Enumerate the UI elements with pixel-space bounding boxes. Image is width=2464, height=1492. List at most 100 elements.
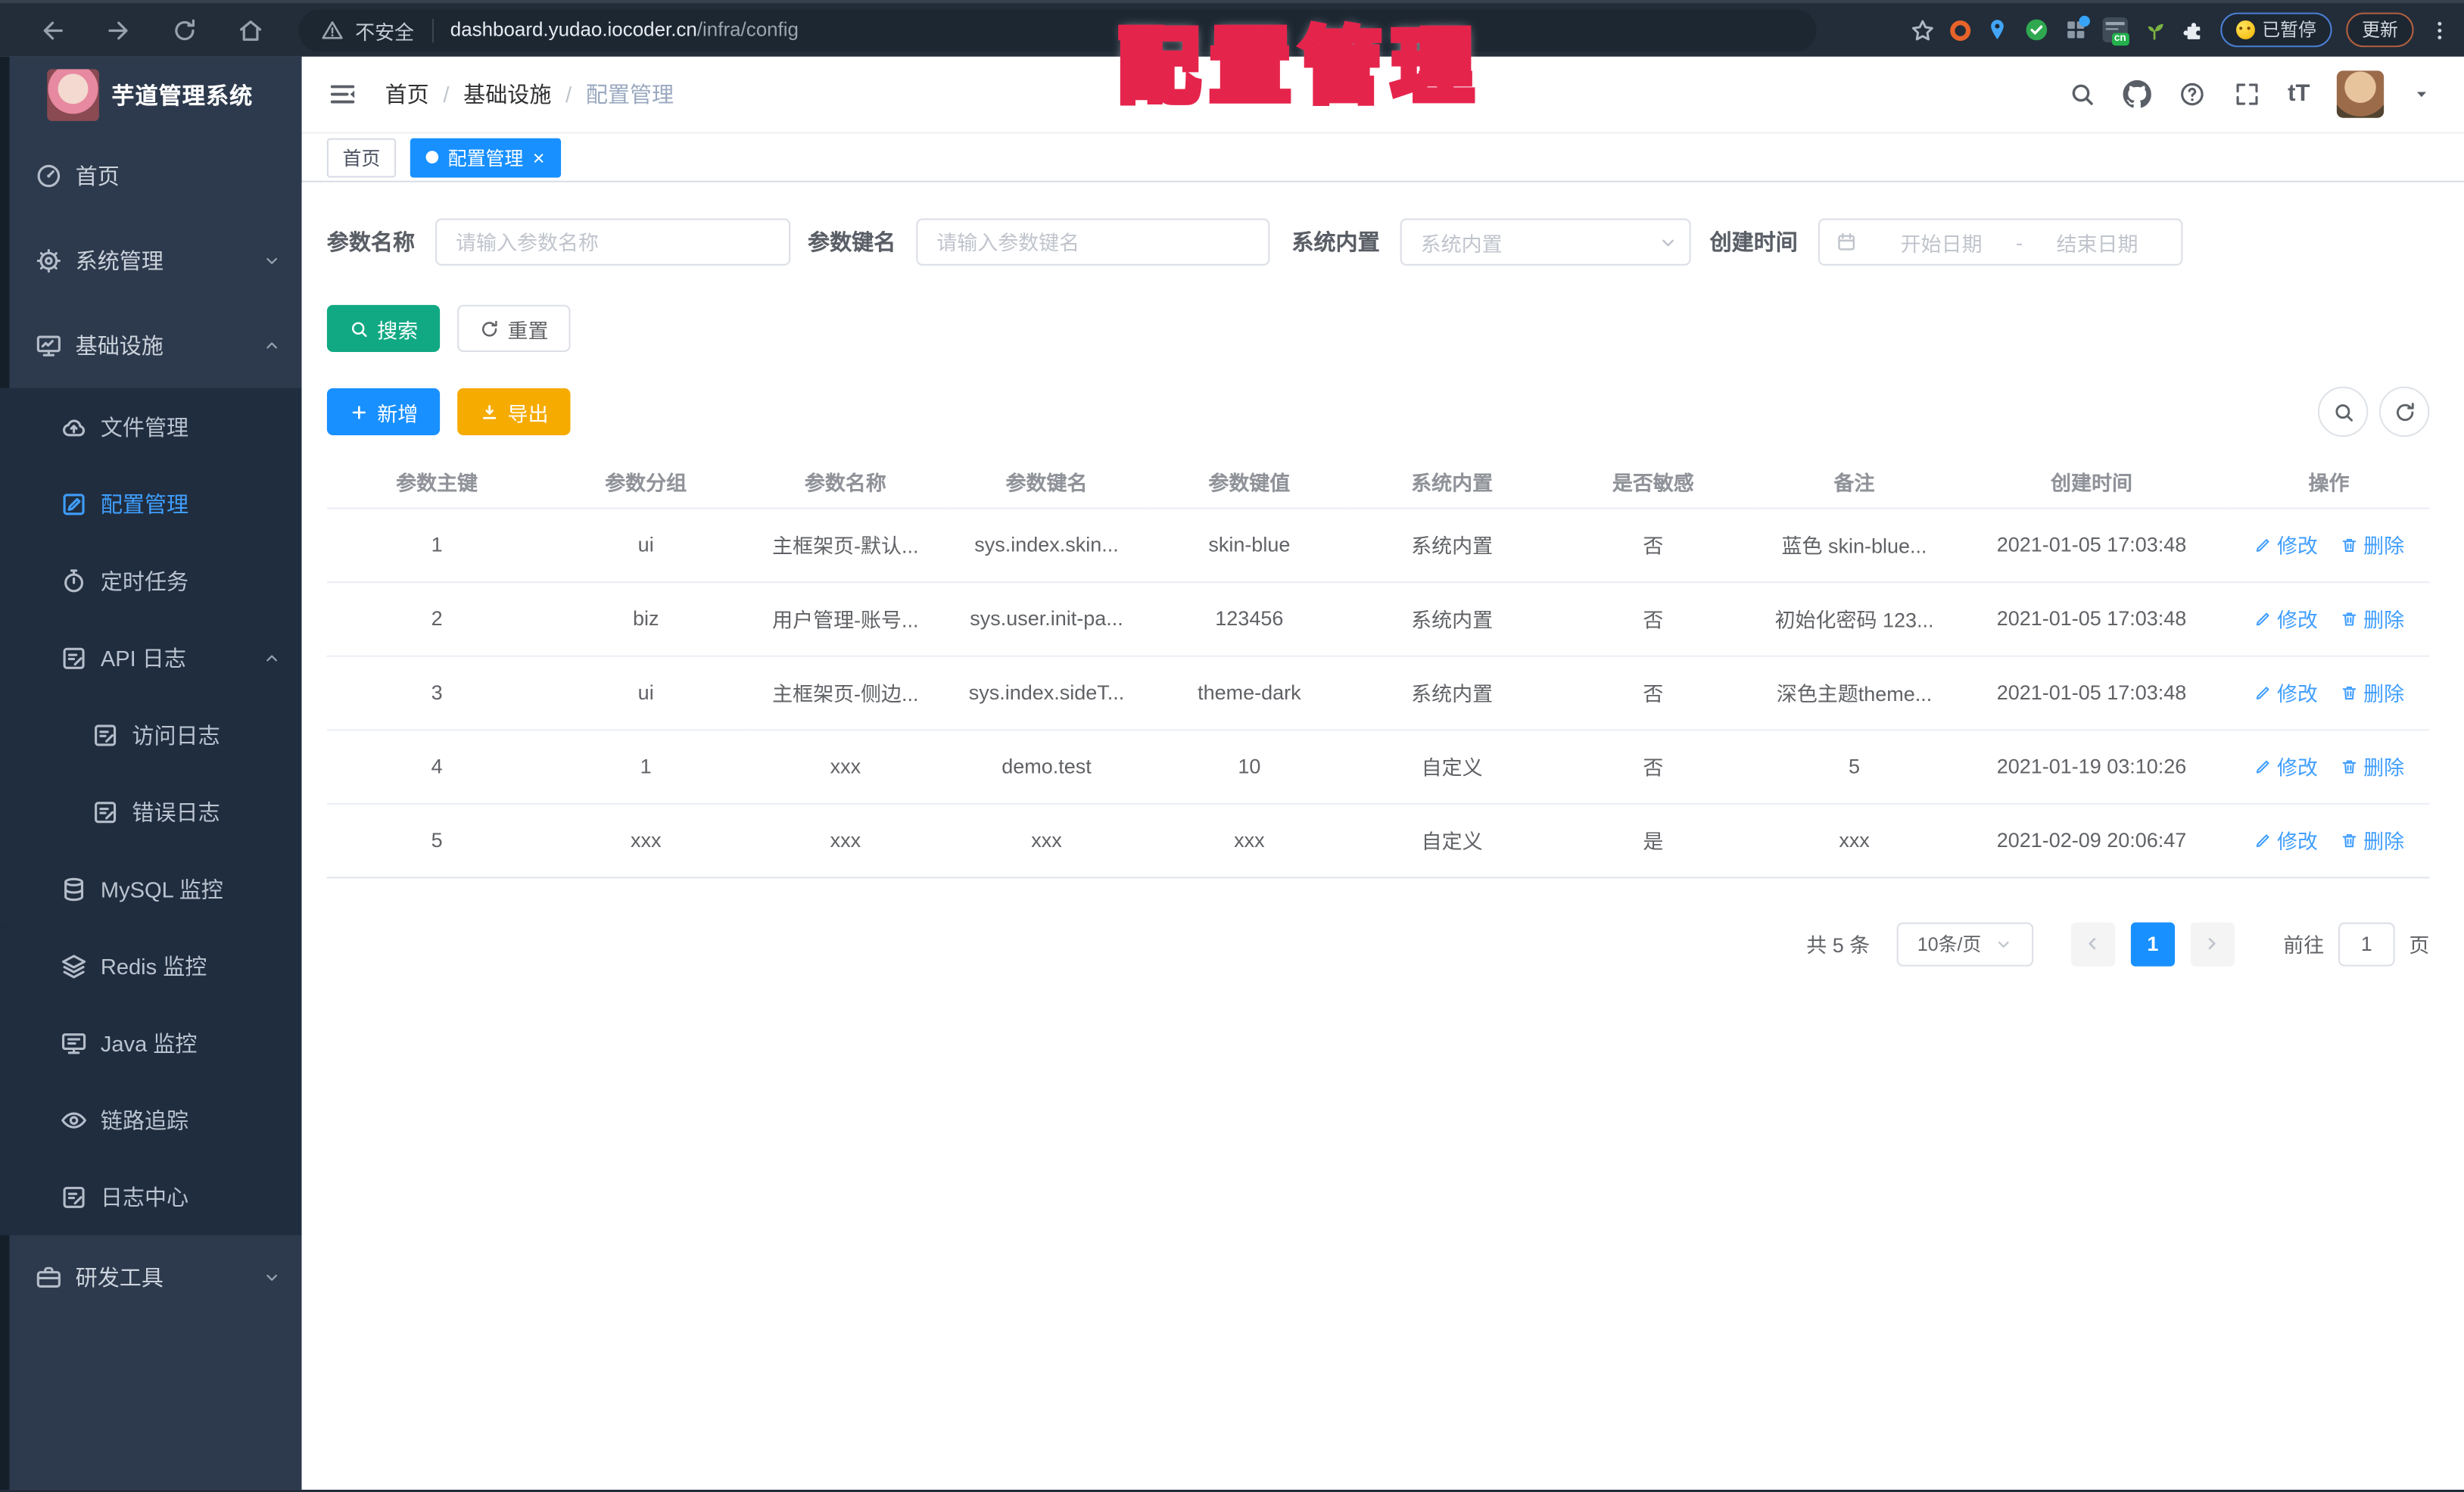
eye-icon bbox=[60, 1105, 88, 1133]
refresh-icon bbox=[479, 318, 500, 338]
cell-builtin: 系统内置 bbox=[1351, 581, 1553, 656]
toggle-search-button[interactable] bbox=[2317, 386, 2369, 438]
fullscreen-icon[interactable] bbox=[2232, 80, 2260, 108]
sidebar-item-label: 链路追踪 bbox=[100, 1107, 189, 1132]
search-icon bbox=[2332, 400, 2355, 423]
cell-created: 2021-01-19 03:10:26 bbox=[1955, 729, 2229, 804]
delete-link[interactable]: 删除 bbox=[2340, 530, 2404, 559]
help-icon[interactable] bbox=[2178, 80, 2206, 108]
tab-active-dot bbox=[425, 151, 439, 164]
sidebar-item-java-monitor[interactable]: Java 监控 bbox=[0, 1004, 302, 1082]
refresh-table-button[interactable] bbox=[2378, 386, 2430, 438]
goto-page-input[interactable] bbox=[2338, 921, 2395, 966]
edit-link[interactable]: 修改 bbox=[2254, 530, 2318, 559]
paused-extension-button[interactable]: 已暂停 bbox=[2219, 12, 2332, 48]
delete-label: 删除 bbox=[2363, 755, 2405, 780]
pencil-icon bbox=[2254, 830, 2272, 849]
export-button[interactable]: 导出 bbox=[457, 388, 571, 436]
header-search-icon[interactable] bbox=[2068, 80, 2096, 108]
cell-actions: 修改 删除 bbox=[2228, 729, 2430, 804]
prev-page-button[interactable] bbox=[2070, 921, 2116, 966]
edit-link[interactable]: 修改 bbox=[2254, 603, 2318, 633]
delete-link[interactable]: 删除 bbox=[2340, 603, 2404, 633]
delete-link[interactable]: 删除 bbox=[2340, 677, 2404, 707]
reset-button[interactable]: 重置 bbox=[457, 304, 571, 353]
delete-link[interactable]: 删除 bbox=[2340, 751, 2404, 780]
cell-value: xxx bbox=[1147, 802, 1352, 878]
extensions-puzzle-icon[interactable] bbox=[2180, 17, 2205, 42]
edit-link[interactable]: 修改 bbox=[2254, 677, 2318, 707]
total-count: 共 5 条 bbox=[1806, 933, 1871, 958]
param-key-input[interactable] bbox=[916, 218, 1270, 266]
translate-extension-icon[interactable]: cn bbox=[2101, 17, 2129, 46]
sidebar-item-access-log[interactable]: 访问日志 bbox=[0, 696, 302, 774]
sidebar-item-error-log[interactable]: 错误日志 bbox=[0, 773, 302, 851]
cell-actions: 修改 删除 bbox=[2228, 802, 2430, 878]
browser-forward-icon[interactable] bbox=[105, 17, 132, 43]
edit-link[interactable]: 修改 bbox=[2254, 825, 2318, 855]
tab-config-mgmt[interactable]: 配置管理 × bbox=[410, 137, 561, 177]
user-menu-caret-icon[interactable] bbox=[2410, 83, 2432, 105]
github-icon[interactable] bbox=[2123, 80, 2151, 108]
builtin-select[interactable]: 系统内置 bbox=[1400, 218, 1691, 266]
table-row: 1 ui 主框架页-默认... sys.index.skin... skin-blue 系… bbox=[326, 507, 2430, 583]
sidebar-collapse-icon[interactable] bbox=[327, 79, 359, 111]
sidebar-item-file-mgmt[interactable]: 文件管理 bbox=[0, 388, 302, 466]
sidebar-item-home[interactable]: 首页 bbox=[0, 133, 302, 218]
browser-update-button[interactable]: 更新 bbox=[2346, 12, 2414, 48]
sidebar-item-redis-monitor[interactable]: Redis 监控 bbox=[0, 927, 302, 1005]
close-icon[interactable]: × bbox=[533, 147, 545, 167]
sidebar-item-label: 访问日志 bbox=[132, 721, 220, 748]
cell-builtin: 自定义 bbox=[1351, 729, 1553, 804]
user-avatar[interactable] bbox=[2336, 70, 2385, 118]
param-name-input[interactable] bbox=[435, 218, 791, 266]
extension-pin-icon[interactable] bbox=[1984, 17, 2009, 42]
address-bar[interactable]: 不安全 dashboard.yudao.iocoder.cn/infra/con… bbox=[298, 8, 1817, 51]
sidebar-item-scheduled-jobs[interactable]: 定时任务 bbox=[0, 542, 302, 619]
pencil-icon bbox=[2254, 757, 2272, 776]
extension-grid-icon[interactable] bbox=[2063, 15, 2089, 42]
date-range-picker[interactable]: 开始日期 - 结束日期 bbox=[1818, 218, 2183, 266]
param-key-label: 参数键名 bbox=[808, 229, 896, 255]
sidebar-item-log-center[interactable]: 日志中心 bbox=[0, 1157, 302, 1235]
sidebar-item-trace[interactable]: 链路追踪 bbox=[0, 1081, 302, 1158]
browser-menu-icon[interactable] bbox=[2428, 18, 2451, 42]
add-button[interactable]: 新增 bbox=[326, 388, 441, 436]
pencil-icon bbox=[2254, 683, 2272, 702]
page-number-1[interactable]: 1 bbox=[2130, 921, 2175, 966]
tab-home[interactable]: 首页 bbox=[326, 137, 397, 177]
extension-check-icon[interactable] bbox=[2023, 17, 2048, 42]
browser-reload-icon[interactable] bbox=[171, 17, 198, 43]
breadcrumb-item[interactable]: 基础设施 bbox=[463, 79, 551, 111]
chevron-left-icon bbox=[2083, 933, 2104, 954]
browser-back-icon[interactable] bbox=[39, 17, 66, 43]
font-size-icon[interactable]: tT bbox=[2288, 80, 2310, 108]
pencil-icon bbox=[2254, 535, 2272, 554]
sidebar-item-infrastructure[interactable]: 基础设施 bbox=[0, 304, 302, 388]
chevron-down-icon bbox=[263, 1268, 282, 1287]
sidebar-item-system-mgmt[interactable]: 系统管理 bbox=[0, 219, 302, 304]
breadcrumb-item: 配置管理 bbox=[585, 81, 674, 107]
breadcrumb-item[interactable]: 首页 bbox=[385, 79, 429, 111]
sidebar-item-dev-tools[interactable]: 研发工具 bbox=[0, 1235, 302, 1320]
search-button[interactable]: 搜索 bbox=[326, 304, 441, 353]
next-page-button[interactable] bbox=[2190, 921, 2235, 966]
cell-id: 2 bbox=[326, 581, 547, 656]
extension-ring-icon[interactable] bbox=[1949, 19, 1970, 40]
delete-link[interactable]: 删除 bbox=[2340, 825, 2404, 855]
table-row: 5 xxx xxx xxx xxx 自定义是 xxx 2021-02-09 20:06:47 修… bbox=[326, 802, 2430, 878]
tab-label: 首页 bbox=[342, 147, 381, 170]
browser-home-icon[interactable] bbox=[237, 17, 263, 43]
app-logo-row[interactable]: 芋道管理系统 bbox=[0, 57, 302, 134]
cell-key: xxx bbox=[945, 802, 1148, 878]
page-size-select[interactable]: 10条/页 bbox=[1896, 921, 2034, 966]
sidebar-item-mysql-monitor[interactable]: MySQL 监控 bbox=[0, 850, 302, 927]
edit-link[interactable]: 修改 bbox=[2254, 751, 2318, 780]
gear-icon bbox=[35, 247, 63, 275]
sidebar-item-config-mgmt[interactable]: 配置管理 bbox=[0, 465, 302, 543]
extension-sprout-icon[interactable] bbox=[2141, 17, 2166, 42]
sidebar-item-api-log[interactable]: API 日志 bbox=[0, 618, 302, 696]
bookmark-star-icon[interactable] bbox=[1908, 17, 1935, 43]
cell-remark: 初始化密码 123... bbox=[1753, 581, 1955, 656]
edit-label: 修改 bbox=[2276, 534, 2318, 558]
